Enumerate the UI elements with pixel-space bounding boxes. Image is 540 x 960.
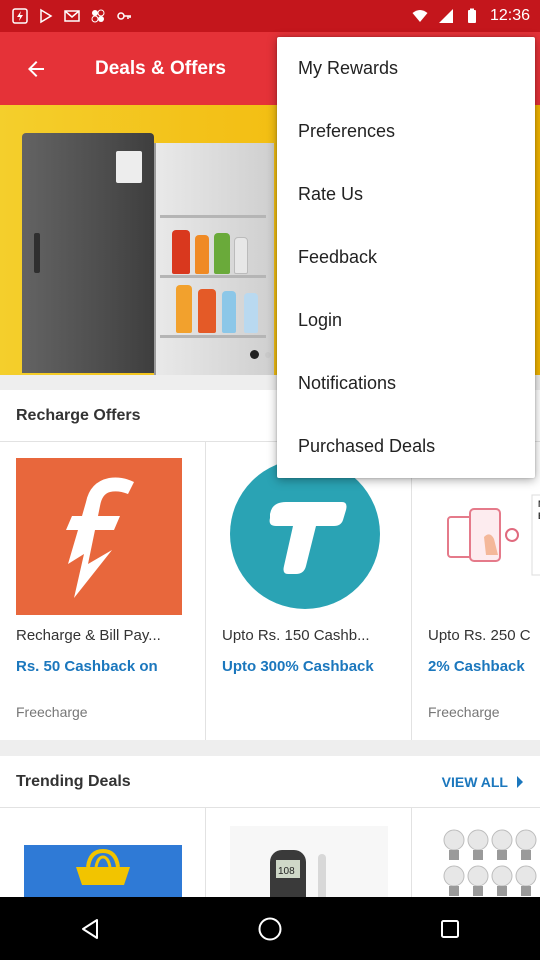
recharge-offers-list: Recharge & Bill Pay... Rs. 50 Cashback o… [0, 442, 540, 740]
menu-item-preferences[interactable]: Preferences [277, 100, 535, 163]
nav-back-button[interactable] [60, 899, 120, 959]
photos-icon [91, 9, 105, 23]
status-left-icons [12, 8, 132, 24]
signal-icon [438, 9, 453, 23]
freecharge-icon [12, 8, 28, 24]
offer-title: Upto Rs. 150 Cashb... [222, 627, 370, 644]
chevron-right-icon [517, 775, 523, 788]
home-circle-icon [258, 917, 282, 940]
offer-cashback: Rs. 50 Cashback on [16, 658, 158, 675]
gmail-icon [64, 10, 80, 22]
system-nav-bar [0, 897, 540, 960]
status-right-icons: 12:36 [412, 7, 530, 25]
status-time: 12:36 [489, 7, 530, 24]
battery-icon [467, 8, 476, 23]
offer-card-2[interactable]: Upto Rs. 150 Cashb... Upto 300% Cashback [206, 442, 412, 740]
glucometer-icon: 108 [270, 850, 326, 898]
nav-home-button[interactable] [240, 899, 300, 959]
offer-title: Recharge & Bill Pay... [16, 627, 161, 644]
menu-item-my-rewards[interactable]: My Rewards [277, 37, 535, 100]
offer-card-3[interactable]: NO BILL Upto Rs. 250 C 2% Cashback Freec… [412, 442, 540, 740]
truemoney-t-icon [230, 461, 380, 609]
nav-recents-button[interactable] [420, 899, 480, 959]
page-title: Deals & Offers [95, 57, 226, 79]
offer-cashback: Upto 300% Cashback [222, 658, 374, 675]
offer-card-1[interactable]: Recharge & Bill Pay... Rs. 50 Cashback o… [0, 442, 206, 740]
offer-cashback: 2% Cashback [428, 658, 525, 675]
menu-item-purchased-deals[interactable]: Purchased Deals [277, 415, 535, 478]
screen: 12:36 Deals & Offers Recharge Offers Rec… [0, 0, 540, 960]
status-bar: 12:36 [0, 0, 540, 32]
freecharge-bolt-icon [66, 477, 134, 598]
bill-payment-illustration: NO BILL [428, 458, 540, 615]
arrow-left-icon [28, 60, 44, 77]
shopping-bag-banner [24, 845, 182, 898]
freecharge-logo [16, 458, 182, 615]
view-all-button[interactable]: VIEW ALL [442, 774, 524, 790]
trending-deals-list: 108 [0, 808, 540, 898]
svg-text:108: 108 [278, 866, 295, 877]
offer-title: Upto Rs. 250 C [428, 627, 531, 644]
menu-item-notifications[interactable]: Notifications [277, 352, 535, 415]
trending-deal-card-3[interactable] [412, 808, 540, 898]
back-button[interactable] [0, 32, 72, 105]
recents-square-icon [441, 919, 459, 938]
menu-item-rate-us[interactable]: Rate Us [277, 163, 535, 226]
vpn-key-icon [117, 12, 131, 20]
led-bulbs-product [436, 826, 540, 898]
pager-dot [265, 351, 271, 358]
overflow-menu: My Rewards Preferences Rate Us Feedback … [277, 37, 535, 478]
trending-deals-title: Trending Deals [16, 772, 131, 790]
glucometer-product: 108 [230, 826, 388, 898]
offer-brand: Freecharge [16, 704, 88, 720]
pager-dot-active [250, 350, 259, 359]
truemoney-logo [222, 458, 388, 615]
menu-item-feedback[interactable]: Feedback [277, 226, 535, 289]
wifi-icon [412, 10, 428, 22]
trending-deal-card-1[interactable] [0, 808, 206, 898]
view-all-label: VIEW ALL [441, 773, 508, 790]
trending-deal-card-2[interactable]: 108 [206, 808, 412, 898]
recharge-offers-title: Recharge Offers [16, 406, 141, 424]
menu-item-login[interactable]: Login [277, 289, 535, 352]
bulbs-icon [443, 829, 537, 896]
back-triangle-icon [82, 918, 98, 939]
offer-brand: Freecharge [428, 704, 500, 720]
play-store-icon [40, 8, 53, 24]
shopping-bag-icon [76, 848, 130, 885]
phone-bill-icon: NO BILL [447, 494, 540, 575]
trending-deals-header: Trending Deals VIEW ALL [0, 756, 540, 808]
